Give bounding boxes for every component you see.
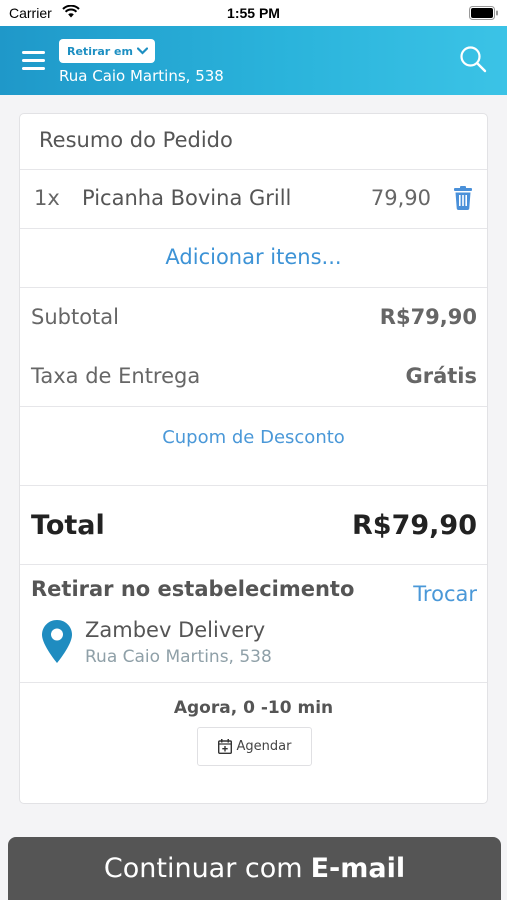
clock: 1:55 PM <box>227 5 280 21</box>
item-quantity: 1x <box>34 186 60 210</box>
map-pin-icon <box>42 620 72 663</box>
swap-link[interactable]: Trocar <box>413 582 477 606</box>
item-price: 79,90 <box>370 186 431 210</box>
order-mode-dropdown[interactable]: Retirar em <box>59 39 155 63</box>
schedule-button[interactable]: Agendar <box>197 727 312 766</box>
divider <box>20 485 487 486</box>
divider <box>20 682 487 683</box>
item-name: Picanha Bovina Grill <box>82 186 292 210</box>
app-header: Retirar em Rua Caio Martins, 538 <box>0 26 507 95</box>
pickup-title: Retirar no estabelecimento <box>31 577 355 601</box>
divider <box>20 564 487 565</box>
add-items-link[interactable]: Adicionar itens... <box>20 245 487 269</box>
pickup-eta: Agora, 0 -10 min <box>173 698 334 718</box>
delivery-fee-value: Grátis <box>405 364 477 388</box>
divider <box>20 228 487 229</box>
store-name: Zambev Delivery <box>85 618 266 642</box>
total-value: R$79,90 <box>352 510 477 541</box>
order-summary-card: Resumo do Pedido 1x Picanha Bovina Grill… <box>19 113 488 804</box>
divider <box>20 406 487 407</box>
subtotal-value: R$79,90 <box>379 305 477 329</box>
delivery-fee-label: Taxa de Entrega <box>31 364 201 388</box>
continue-method: E-mail <box>310 853 406 884</box>
store-address: Rua Caio Martins, 538 <box>85 647 272 667</box>
coupon-link[interactable]: Cupom de Desconto <box>20 427 487 448</box>
schedule-label: Agendar <box>236 739 292 754</box>
continue-with-email-button[interactable]: Continuar com E-mail <box>8 837 501 900</box>
search-icon[interactable] <box>459 45 487 73</box>
total-label: Total <box>31 510 105 541</box>
subtotal-label: Subtotal <box>31 305 119 329</box>
order-mode-label: Retirar em <box>67 44 133 58</box>
continue-prefix: Continuar com <box>103 853 303 884</box>
divider <box>20 169 487 170</box>
chevron-down-icon <box>136 47 148 55</box>
calendar-plus-icon <box>217 739 232 754</box>
order-summary-title: Resumo do Pedido <box>39 128 233 152</box>
header-address[interactable]: Rua Caio Martins, 538 <box>59 67 224 85</box>
divider <box>20 287 487 288</box>
status-bar: Carrier 1:55 PM <box>0 0 507 26</box>
battery-icon <box>469 6 498 20</box>
trash-icon[interactable] <box>453 186 473 210</box>
hamburger-icon[interactable] <box>22 51 45 70</box>
